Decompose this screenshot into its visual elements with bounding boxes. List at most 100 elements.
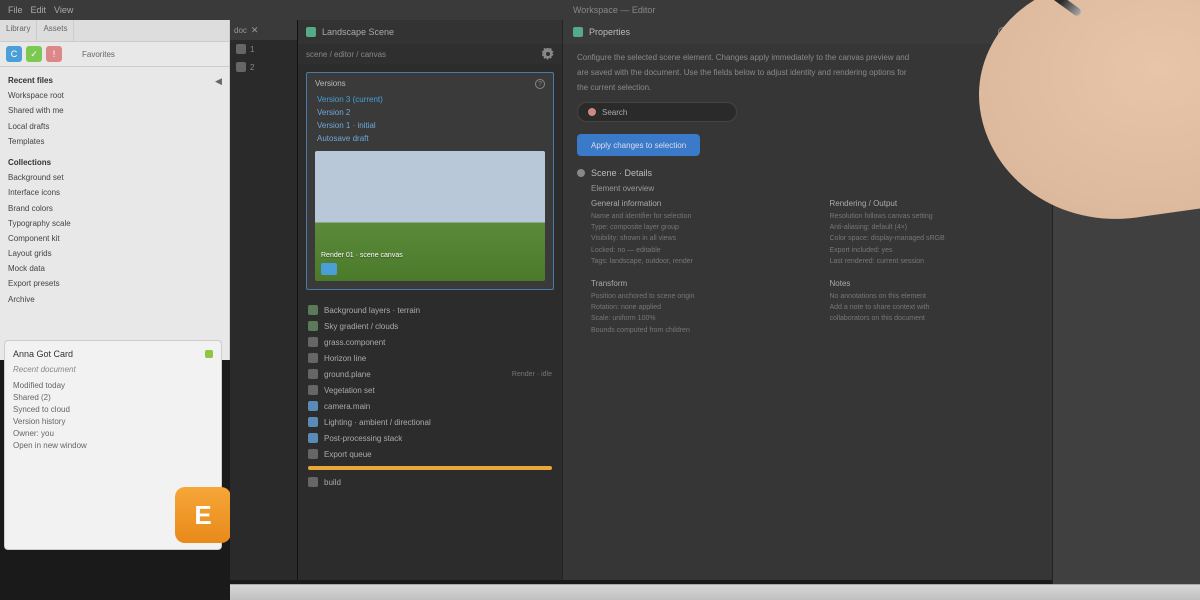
description-text: the current selection.: [577, 82, 1038, 94]
detail-heading: Rendering / Output: [830, 199, 1039, 208]
sidebar-item: [0, 149, 229, 153]
status-dot-icon: [588, 108, 596, 116]
sidebar-item[interactable]: Templates: [0, 134, 229, 149]
sidebar-item[interactable]: Typography scale: [0, 216, 229, 231]
sidebar-item[interactable]: Mock data: [0, 261, 229, 276]
doc-tab[interactable]: doc: [234, 26, 247, 35]
detail-line: Bounds computed from children: [591, 325, 800, 336]
menu-edit[interactable]: Edit: [31, 5, 47, 15]
layer-icon: [308, 337, 318, 347]
asset-row[interactable]: camera.main: [298, 398, 562, 414]
properties-title: Properties: [589, 27, 630, 37]
detail-line: Resolution follows canvas setting: [830, 211, 1039, 222]
version-item[interactable]: Autosave draft: [311, 132, 549, 145]
asset-row[interactable]: ground.planeRender · idle: [298, 366, 562, 382]
menu-file[interactable]: File: [8, 5, 23, 15]
preview-thumbnail[interactable]: Render 01 · scene canvas: [315, 151, 545, 281]
popup-line: Owner: you: [13, 428, 213, 440]
popup-subtitle: Recent document: [13, 365, 213, 374]
mid-item[interactable]: 1: [230, 40, 297, 58]
sidebar-item[interactable]: Collections: [0, 155, 229, 170]
asset-row[interactable]: Lighting · ambient / directional: [298, 414, 562, 430]
status-dot-icon: [205, 350, 213, 358]
sidebar-tab-assets[interactable]: Assets: [37, 20, 74, 41]
layer-icon: [308, 305, 318, 315]
layer-icon: [308, 369, 318, 379]
asset-row[interactable]: Post-processing stack: [298, 430, 562, 446]
inspector-strip: [1052, 20, 1200, 600]
detail-line: Locked: no — editable: [591, 245, 800, 256]
asset-row[interactable]: build: [298, 474, 562, 490]
window-maximize[interactable]: ▢: [1170, 5, 1179, 16]
asset-row[interactable]: grass.component: [298, 334, 562, 350]
apply-button[interactable]: Apply changes to selection: [577, 134, 700, 156]
asset-row[interactable]: Vegetation set: [298, 382, 562, 398]
layer-icon: [308, 417, 318, 427]
help-icon[interactable]: ?: [535, 79, 545, 89]
popup-line: Version history: [13, 416, 213, 428]
sidebar: Library Assets C ✓ ! Favorites ◀ Recent …: [0, 20, 230, 360]
version-item[interactable]: Version 3 (current): [311, 93, 549, 106]
quick-alerts-icon[interactable]: !: [46, 46, 62, 62]
sidebar-item[interactable]: Recent files: [0, 73, 229, 88]
asset-row[interactable]: Background layers · terrain: [298, 302, 562, 318]
window-minimize[interactable]: —: [1155, 5, 1164, 16]
description-text: Configure the selected scene element. Ch…: [577, 52, 1038, 64]
asset-row[interactable]: Horizon line: [298, 350, 562, 366]
sidebar-item[interactable]: Brand colors: [0, 201, 229, 216]
sidebar-tab-library[interactable]: Library: [0, 20, 37, 41]
popup-title: Anna Got Card: [13, 349, 73, 359]
popup-line[interactable]: Open in new window: [13, 440, 213, 452]
chevron-icon[interactable]: [1030, 169, 1038, 177]
app-logo-icon[interactable]: E: [175, 487, 231, 543]
sidebar-item[interactable]: Component kit: [0, 231, 229, 246]
layer-icon: [308, 385, 318, 395]
layer-icon: [308, 401, 318, 411]
layer-icon: [308, 353, 318, 363]
mid-item[interactable]: 2: [230, 58, 297, 76]
sidebar-item[interactable]: Interface icons: [0, 185, 229, 200]
sidebar-item[interactable]: Layout grids: [0, 246, 229, 261]
preview-panel: Versions ? Version 3 (current) Version 2…: [306, 72, 554, 290]
detail-heading: Transform: [591, 279, 800, 288]
sidebar-item[interactable]: Export presets: [0, 276, 229, 291]
quick-favorites-label[interactable]: Favorites: [82, 50, 115, 59]
square-icon: [236, 44, 246, 54]
document-popup: Anna Got Card Recent document Modified t…: [4, 340, 222, 550]
asset-row[interactable]: Export queue: [298, 446, 562, 462]
sidebar-item[interactable]: Shared with me: [0, 103, 229, 118]
layer-icon: [308, 477, 318, 487]
window-title: Workspace — Editor: [83, 5, 1145, 15]
document-tabs-strip: doc ✕ 1 2: [230, 20, 298, 580]
detail-line: collaborators on this document: [830, 313, 1039, 324]
detail-line: Type: composite layer group: [591, 222, 800, 233]
breadcrumb[interactable]: scene / editor / canvas: [306, 50, 386, 59]
quick-create-icon[interactable]: C: [6, 46, 22, 62]
preview-badge-icon: [321, 263, 337, 275]
globe-icon[interactable]: [998, 27, 1008, 37]
popup-line: Shared (2): [13, 392, 213, 404]
search-input[interactable]: Search: [577, 102, 737, 122]
sidebar-item[interactable]: Archive: [0, 292, 229, 307]
sidebar-item[interactable]: Workspace root: [0, 88, 229, 103]
detail-line: Last rendered: current session: [830, 256, 1039, 267]
menu-view[interactable]: View: [54, 5, 73, 15]
asset-row[interactable]: Sky gradient / clouds: [298, 318, 562, 334]
collapse-icon[interactable]: ◀: [215, 76, 225, 86]
detail-line: Anti-aliasing: default (4×): [830, 222, 1039, 233]
properties-panel: Properties Actions Configure the selecte…: [562, 20, 1052, 580]
section-dot-icon: [577, 169, 585, 177]
gear-icon[interactable]: [542, 48, 554, 60]
quick-check-icon[interactable]: ✓: [26, 46, 42, 62]
sidebar-item[interactable]: Background set: [0, 170, 229, 185]
description-text: are saved with the document. Use the fie…: [577, 67, 1038, 79]
actions-label[interactable]: Actions: [1012, 27, 1042, 37]
version-item[interactable]: Version 1 · initial: [311, 119, 549, 132]
preview-caption: Render 01 · scene canvas: [321, 252, 403, 259]
detail-line: Export included: yes: [830, 245, 1039, 256]
sidebar-item[interactable]: Local drafts: [0, 119, 229, 134]
version-item[interactable]: Version 2: [311, 106, 549, 119]
detail-heading: General information: [591, 199, 800, 208]
close-tab-icon[interactable]: ✕: [251, 25, 259, 36]
window-close[interactable]: ✕: [1184, 5, 1192, 16]
